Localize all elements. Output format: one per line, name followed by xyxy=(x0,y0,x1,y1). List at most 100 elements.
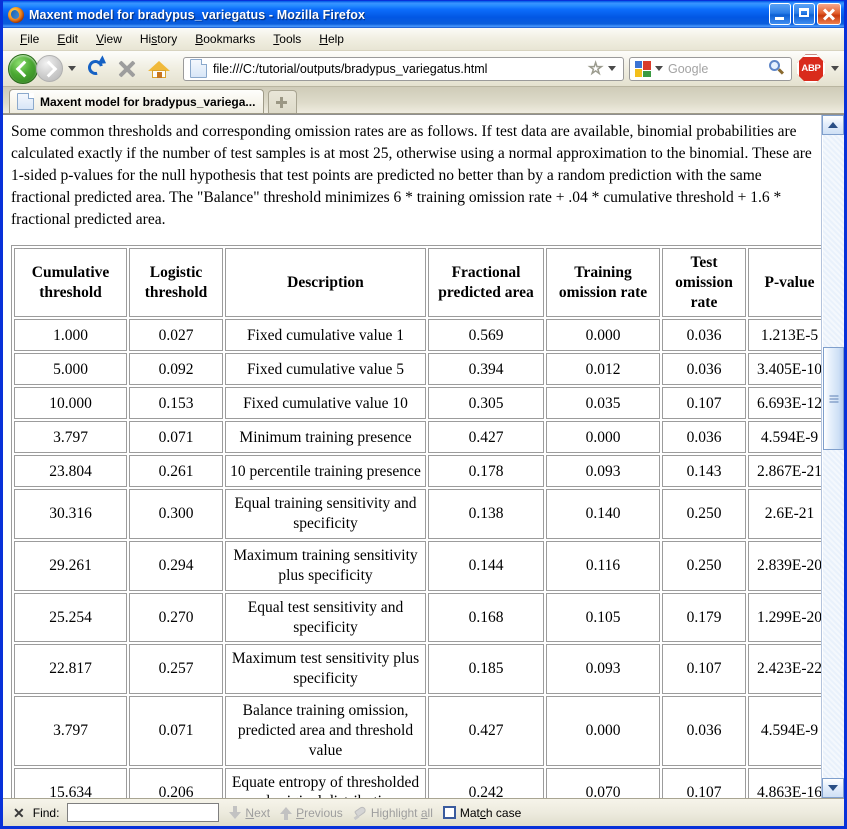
table-cell-0: 29.261 xyxy=(14,541,127,591)
home-icon[interactable] xyxy=(146,56,172,82)
table-cell-6: 2.423E-22 xyxy=(748,644,821,695)
menu-item-tools[interactable]: Tools xyxy=(264,30,310,48)
match-case-checkbox[interactable] xyxy=(442,806,456,819)
col-header-p-value: P-value xyxy=(748,248,821,318)
table-row: 22.817 0.257 Maximum test sensitivity plus… xyxy=(14,644,821,695)
table-cell-5: 0.250 xyxy=(662,489,746,540)
table-cell-5: 0.107 xyxy=(662,644,746,695)
menu-item-history[interactable]: History xyxy=(131,30,186,48)
col-header-logistic-threshold: Logistic threshold xyxy=(129,248,223,318)
table-cell-2: 10 percentile training presence xyxy=(225,455,426,488)
menu-item-edit[interactable]: Edit xyxy=(48,30,87,48)
close-button[interactable] xyxy=(817,3,841,25)
table-cell-2: Fixed cumulative value 1 xyxy=(225,319,426,352)
table-cell-5: 0.036 xyxy=(662,353,746,386)
back-forward-group xyxy=(8,53,63,84)
table-row: 30.316 0.300 Equal training sensitivity an… xyxy=(14,489,821,540)
toolbar-overflow-icon[interactable] xyxy=(831,66,839,71)
table-cell-4: 0.012 xyxy=(546,353,660,386)
tab-maxent-model[interactable]: Maxent model for bradypus_variega... xyxy=(9,89,264,113)
address-bar[interactable]: file:///C:/tutorial/outputs/bradypus_var… xyxy=(183,56,624,81)
tab-strip: Maxent model for bradypus_variega... xyxy=(3,87,844,114)
table-cell-1: 0.071 xyxy=(129,421,223,454)
table-cell-3: 0.427 xyxy=(428,421,544,454)
table-cell-6: 4.863E-16 xyxy=(748,767,821,798)
table-cell-0: 1.000 xyxy=(14,319,127,352)
col-header-fractional-predicted-area: Fractional predicted area xyxy=(428,248,544,318)
table-cell-2: Equal training sensitivity and specifici… xyxy=(225,489,426,540)
col-header-description: Description xyxy=(225,248,426,318)
table-row: 10.000 0.153 Fixed cumulative value 10 0.30… xyxy=(14,387,821,420)
table-row: 3.797 0.071 Minimum training presence 0.427… xyxy=(14,421,821,454)
back-button[interactable] xyxy=(8,53,38,84)
table-cell-1: 0.270 xyxy=(129,592,223,643)
reload-icon[interactable] xyxy=(84,56,110,82)
back-history-dropdown-icon[interactable] xyxy=(68,66,76,71)
search-engine-dropdown-icon[interactable] xyxy=(655,66,663,71)
new-tab-button[interactable] xyxy=(268,90,297,113)
arrow-down-icon xyxy=(229,805,242,820)
thresholds-table: Cumulative threshold Logistic threshold … xyxy=(11,245,821,798)
bookmark-star-icon[interactable]: ☆ xyxy=(588,60,605,78)
firefox-logo-icon xyxy=(8,6,24,23)
col-header-training-omission-rate: Training omission rate xyxy=(546,248,660,318)
search-input[interactable]: Google xyxy=(668,62,768,76)
table-cell-1: 0.092 xyxy=(129,353,223,386)
find-next-button[interactable]: Next xyxy=(229,805,271,820)
table-cell-2: Maximum training sensitivity plus specif… xyxy=(225,541,426,591)
menu-item-help[interactable]: Help xyxy=(310,30,353,48)
close-find-bar-icon[interactable]: ✕ xyxy=(11,806,27,820)
forward-button[interactable] xyxy=(36,55,63,82)
table-cell-4: 0.093 xyxy=(546,455,660,488)
find-bar: ✕ Find: Next Previous Highlight all Matc… xyxy=(3,798,844,826)
match-case-toggle[interactable]: Match case xyxy=(442,805,522,820)
table-cell-2: Fixed cumulative value 5 xyxy=(225,353,426,386)
table-cell-1: 0.300 xyxy=(129,489,223,540)
tab-favicon-icon xyxy=(17,93,34,110)
scroll-down-button[interactable] xyxy=(822,778,844,798)
col-header-cumulative-threshold: Cumulative threshold xyxy=(14,248,127,318)
content-viewport: Some common thresholds and corresponding… xyxy=(3,114,844,798)
title-bar: Maxent model for bradypus_variegatus - M… xyxy=(3,0,844,28)
table-cell-2: Equal test sensitivity and specificity xyxy=(225,592,426,643)
table-cell-5: 0.036 xyxy=(662,696,746,766)
table-cell-5: 0.179 xyxy=(662,592,746,643)
address-dropdown-icon[interactable] xyxy=(608,66,616,71)
maximize-button[interactable] xyxy=(793,3,815,25)
scroll-up-button[interactable] xyxy=(822,115,844,135)
table-cell-1: 0.027 xyxy=(129,319,223,352)
table-cell-3: 0.144 xyxy=(428,541,544,591)
table-cell-3: 0.185 xyxy=(428,644,544,695)
table-cell-6: 1.299E-20 xyxy=(748,592,821,643)
find-next-label: Next xyxy=(245,805,271,820)
match-case-label: Match case xyxy=(459,805,522,820)
url-text: file:///C:/tutorial/outputs/bradypus_var… xyxy=(213,61,488,76)
search-bar[interactable]: Google xyxy=(629,56,792,81)
table-cell-6: 3.405E-10 xyxy=(748,353,821,386)
menu-item-view[interactable]: View xyxy=(87,30,131,48)
table-cell-4: 0.000 xyxy=(546,696,660,766)
find-input[interactable] xyxy=(67,803,220,822)
table-cell-0: 3.797 xyxy=(14,421,127,454)
table-cell-0: 15.634 xyxy=(14,767,127,798)
scrollbar-thumb[interactable] xyxy=(823,347,844,451)
menu-item-file[interactable]: File xyxy=(11,30,48,48)
minimize-button[interactable] xyxy=(769,3,791,25)
table-cell-2: Equate entropy of thresholded and origin… xyxy=(225,767,426,798)
adblock-plus-icon[interactable]: ABP xyxy=(797,54,825,83)
table-cell-1: 0.153 xyxy=(129,387,223,420)
table-cell-5: 0.250 xyxy=(662,541,746,591)
search-icon[interactable] xyxy=(768,60,785,77)
table-cell-3: 0.569 xyxy=(428,319,544,352)
col-header-test-omission-rate: Test omission rate xyxy=(662,248,746,318)
scrollbar-track[interactable] xyxy=(822,135,844,778)
table-cell-0: 23.804 xyxy=(14,455,127,488)
stop-icon[interactable] xyxy=(114,56,140,82)
content-scrollbar[interactable] xyxy=(821,115,844,798)
menu-item-bookmarks[interactable]: Bookmarks xyxy=(186,30,264,48)
highlight-all-button[interactable]: Highlight all xyxy=(353,806,433,820)
window-title: Maxent model for bradypus_variegatus - M… xyxy=(29,7,366,22)
find-previous-button[interactable]: Previous xyxy=(280,806,343,820)
table-row: 25.254 0.270 Equal test sensitivity and sp… xyxy=(14,592,821,643)
table-cell-1: 0.294 xyxy=(129,541,223,591)
